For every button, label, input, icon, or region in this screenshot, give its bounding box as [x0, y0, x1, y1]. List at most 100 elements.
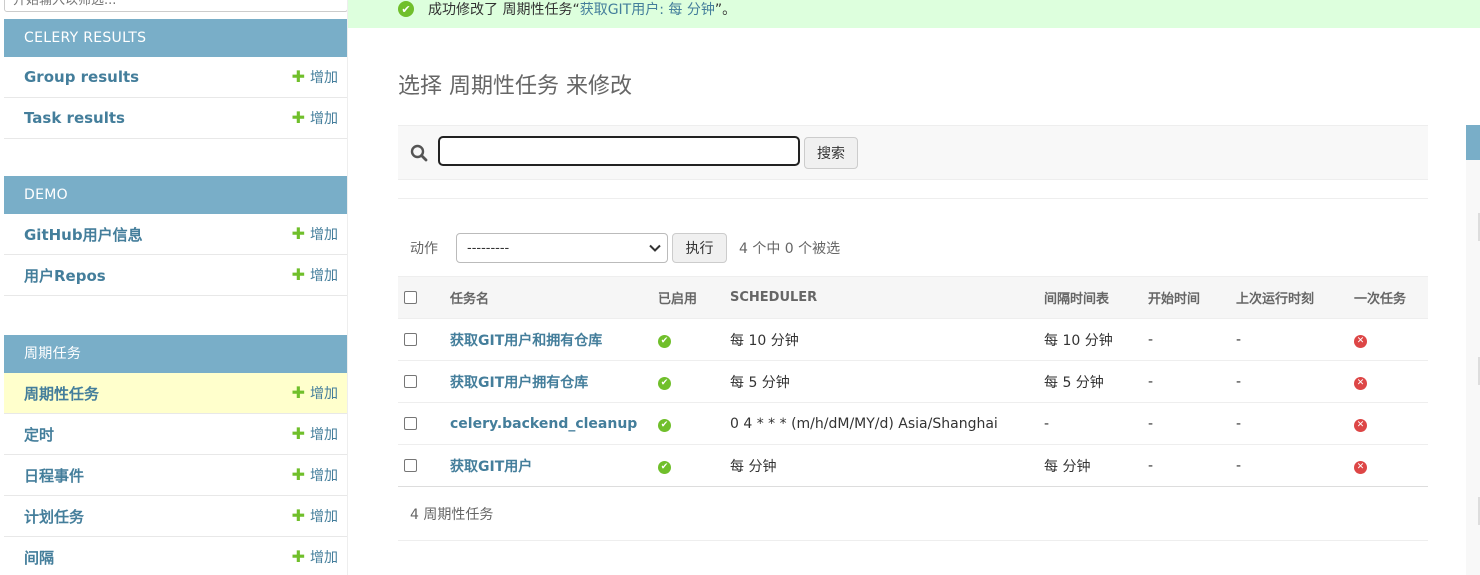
model-link[interactable]: 用户Repos: [24, 265, 106, 286]
task-link[interactable]: 获取GIT用户: [450, 459, 532, 475]
action-label: 动作: [410, 241, 438, 257]
message-suffix: ”。: [714, 2, 737, 18]
success-check-icon: ✔: [398, 1, 414, 17]
add-link[interactable]: ✚ 增加: [292, 547, 338, 567]
divider: [398, 198, 1428, 199]
module-caption[interactable]: CELERY RESULTS: [4, 19, 347, 57]
row-checkbox[interactable]: [404, 333, 417, 346]
nav-filter-input[interactable]: [4, 0, 347, 12]
search-toolbar: 搜索: [398, 125, 1428, 180]
plus-icon: ✚: [291, 265, 305, 284]
last-run-cell: -: [1230, 360, 1348, 403]
search-button[interactable]: 搜索: [804, 137, 858, 169]
start-time-cell: -: [1142, 318, 1230, 361]
add-label: 增加: [310, 509, 338, 525]
sidebar-item-crontab: 计划任务 ✚ 增加: [4, 496, 347, 537]
add-link[interactable]: ✚ 增加: [292, 67, 338, 87]
model-link[interactable]: 定时: [24, 424, 54, 445]
module-demo: DEMO GitHub用户信息 ✚ 增加 用户Repos ✚ 增加: [4, 176, 347, 296]
row-checkbox[interactable]: [404, 375, 417, 388]
start-time-cell: -: [1142, 402, 1230, 445]
table-row: 获取GIT用户拥有仓库 ✔ 每 5 分钟 每 5 分钟 - - ✕: [398, 360, 1428, 403]
select-all-cell: [398, 276, 444, 319]
module-celery-results: CELERY RESULTS Group results ✚ 增加 Task re…: [4, 19, 347, 139]
enabled-cell: ✔: [652, 402, 724, 445]
add-link[interactable]: ✚ 增加: [292, 383, 338, 403]
add-label: 增加: [310, 386, 338, 402]
model-link[interactable]: GitHub用户信息: [24, 224, 143, 245]
nav-sidebar: CELERY RESULTS Group results ✚ 增加 Task re…: [4, 0, 348, 575]
add-link[interactable]: ✚ 增加: [292, 108, 338, 128]
icon-yes: ✔: [658, 334, 671, 348]
select-all-checkbox[interactable]: [404, 291, 417, 304]
last-run-cell: -: [1230, 444, 1348, 487]
scheduler-cell: 每 10 分钟: [724, 318, 1038, 361]
add-label: 增加: [310, 111, 338, 127]
actions-bar: 动作 --------- 执行 4 个中 0 个被选: [398, 232, 1428, 264]
task-link[interactable]: celery.backend_cleanup: [450, 416, 637, 432]
one-off-cell: ✕: [1348, 444, 1428, 487]
row-select-cell: [398, 402, 444, 445]
enabled-cell: ✔: [652, 318, 724, 361]
column-header-one-off[interactable]: 一次任务: [1348, 276, 1428, 319]
column-header-name[interactable]: 任务名: [444, 276, 652, 319]
row-checkbox[interactable]: [404, 417, 417, 430]
message-object-link[interactable]: 获取GIT用户: 每 分钟: [580, 0, 715, 19]
task-link[interactable]: 获取GIT用户拥有仓库: [450, 375, 588, 391]
model-link[interactable]: Group results: [24, 68, 139, 86]
column-header-start-time[interactable]: 开始时间: [1142, 276, 1230, 319]
row-checkbox[interactable]: [404, 459, 417, 472]
add-label: 增加: [310, 268, 338, 284]
sidebar-item-group-results: Group results ✚ 增加: [4, 57, 347, 98]
module-caption[interactable]: DEMO: [4, 176, 347, 214]
run-action-button[interactable]: 执行: [672, 233, 727, 263]
column-header-enabled[interactable]: 已启用: [652, 276, 724, 319]
task-link[interactable]: 获取GIT用户和拥有仓库: [450, 333, 602, 349]
plus-icon: ✚: [291, 547, 305, 566]
search-icon: [410, 144, 428, 162]
action-counter: 4 个中 0 个被选: [739, 241, 841, 257]
sidebar-item-interval: 间隔 ✚ 增加: [4, 537, 347, 575]
action-select-value: ---------: [467, 240, 510, 256]
search-input[interactable]: [438, 136, 800, 166]
filter-panel-edge: [1466, 125, 1480, 575]
add-link[interactable]: ✚ 增加: [292, 265, 338, 285]
one-off-cell: ✕: [1348, 318, 1428, 361]
start-time-cell: -: [1142, 444, 1230, 487]
add-link[interactable]: ✚ 增加: [292, 465, 338, 485]
row-select-cell: [398, 318, 444, 361]
column-header-interval[interactable]: 间隔时间表: [1038, 276, 1142, 319]
message-prefix: 成功修改了 周期性任务“: [428, 2, 580, 18]
add-link[interactable]: ✚ 增加: [292, 424, 338, 444]
result-list-table: 任务名 已启用 SCHEDULER 间隔时间表 开始时间 上次运行时刻 一次任务…: [398, 276, 1428, 487]
model-link[interactable]: 间隔: [24, 547, 54, 568]
plus-icon: ✚: [291, 506, 305, 525]
success-message: ✔ 成功修改了 周期性任务“ 获取GIT用户: 每 分钟”。: [348, 0, 1480, 28]
model-link[interactable]: 日程事件: [24, 465, 84, 486]
page-title: 选择 周期性任务 来修改: [398, 74, 632, 99]
task-name-cell: 获取GIT用户拥有仓库: [444, 360, 652, 403]
enabled-cell: ✔: [652, 360, 724, 403]
plus-icon: ✚: [291, 224, 305, 243]
add-label: 增加: [310, 427, 338, 443]
interval-cell: 每 5 分钟: [1038, 360, 1142, 403]
model-link[interactable]: 周期性任务: [24, 383, 99, 404]
model-link[interactable]: Task results: [24, 109, 125, 127]
sidebar-item-task-results: Task results ✚ 增加: [4, 98, 347, 139]
column-header-last-run[interactable]: 上次运行时刻: [1230, 276, 1348, 319]
start-time-cell: -: [1142, 360, 1230, 403]
model-link[interactable]: 计划任务: [24, 506, 84, 527]
paginator: 4 周期性任务: [398, 487, 1428, 541]
interval-cell: -: [1038, 402, 1142, 445]
content-main: ✔ 成功修改了 周期性任务“ 获取GIT用户: 每 分钟”。 选择 周期性任务 来…: [348, 0, 1480, 575]
chevron-down-icon: [649, 244, 661, 252]
table-row: 获取GIT用户和拥有仓库 ✔ 每 10 分钟 每 10 分钟 - - ✕: [398, 318, 1428, 361]
sidebar-item-user-repos: 用户Repos ✚ 增加: [4, 255, 347, 296]
action-select[interactable]: ---------: [456, 233, 668, 263]
add-link[interactable]: ✚ 增加: [292, 224, 338, 244]
add-link[interactable]: ✚ 增加: [292, 506, 338, 526]
scheduler-cell: 每 5 分钟: [724, 360, 1038, 403]
module-caption[interactable]: 周期任务: [4, 335, 347, 373]
column-header-scheduler[interactable]: SCHEDULER: [724, 276, 1038, 319]
plus-icon: ✚: [291, 424, 305, 443]
